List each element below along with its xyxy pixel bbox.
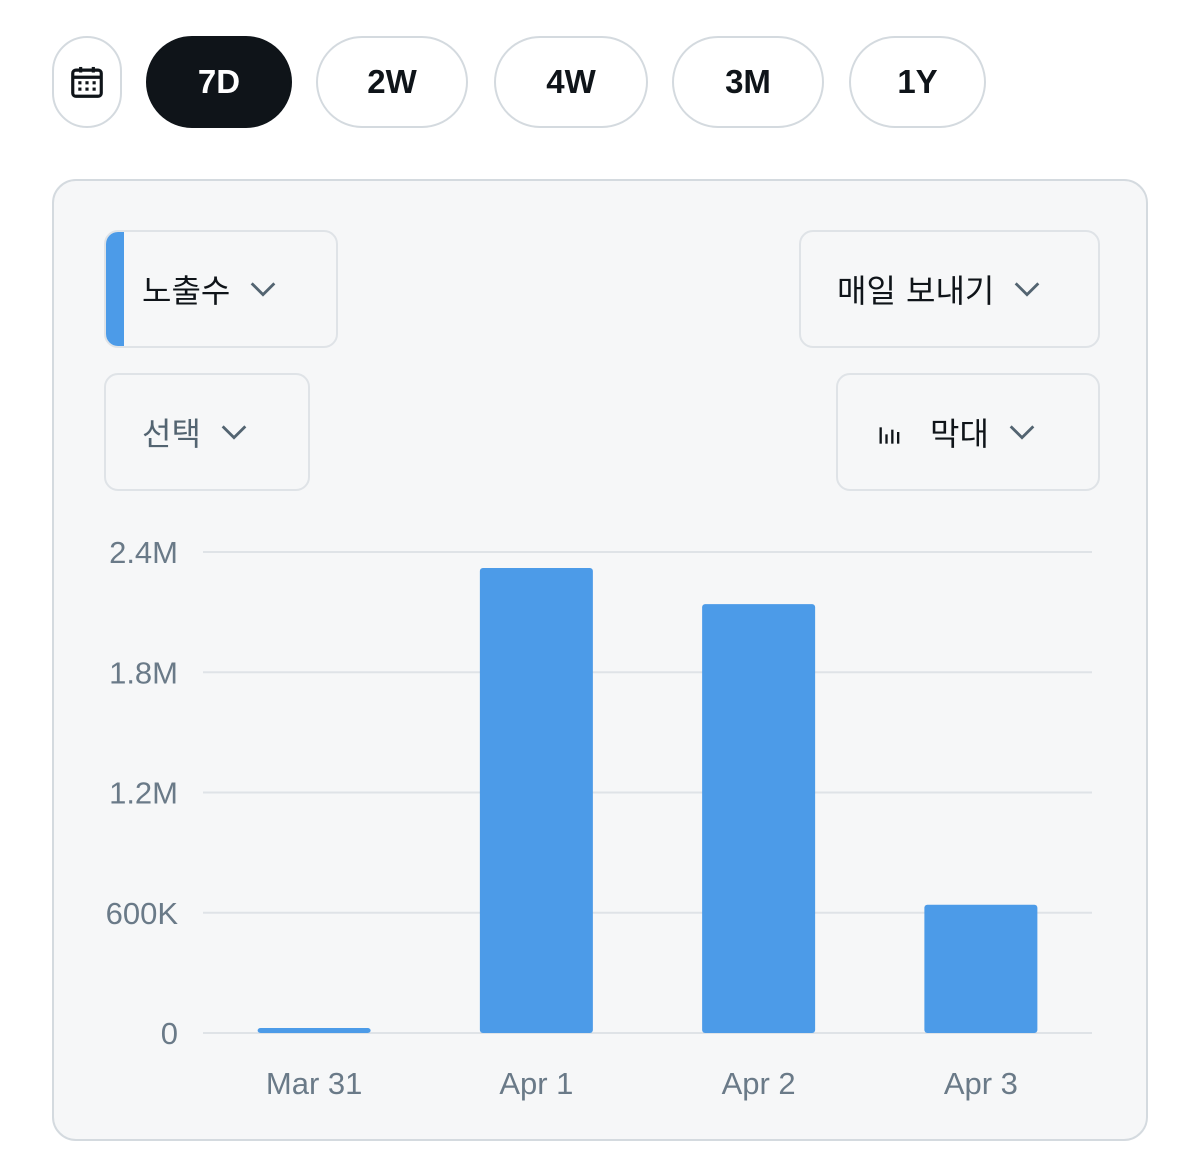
x-tick-label: Apr 3 (944, 1066, 1018, 1101)
y-tick-label: 0 (161, 1016, 178, 1051)
bar-apr-1[interactable] (479, 568, 593, 1033)
bar-mar-31[interactable] (257, 1028, 371, 1033)
y-tick-label: 1.8M (109, 655, 178, 690)
y-tick-label: 2.4M (109, 535, 178, 570)
x-tick-label: Apr 1 (499, 1066, 573, 1101)
bar-apr-3[interactable] (924, 904, 1038, 1033)
x-tick-label: Mar 31 (266, 1066, 362, 1101)
x-tick-label: Apr 2 (722, 1066, 796, 1101)
y-tick-label: 1.2M (109, 776, 178, 811)
bar-chart: 0 600K 1.2M 1.8M 2.4M Mar 31 Apr 1 Apr 2 Apr 3 (106, 535, 1092, 1101)
y-tick-label: 600K (106, 896, 179, 931)
bar-apr-2[interactable] (702, 604, 816, 1033)
